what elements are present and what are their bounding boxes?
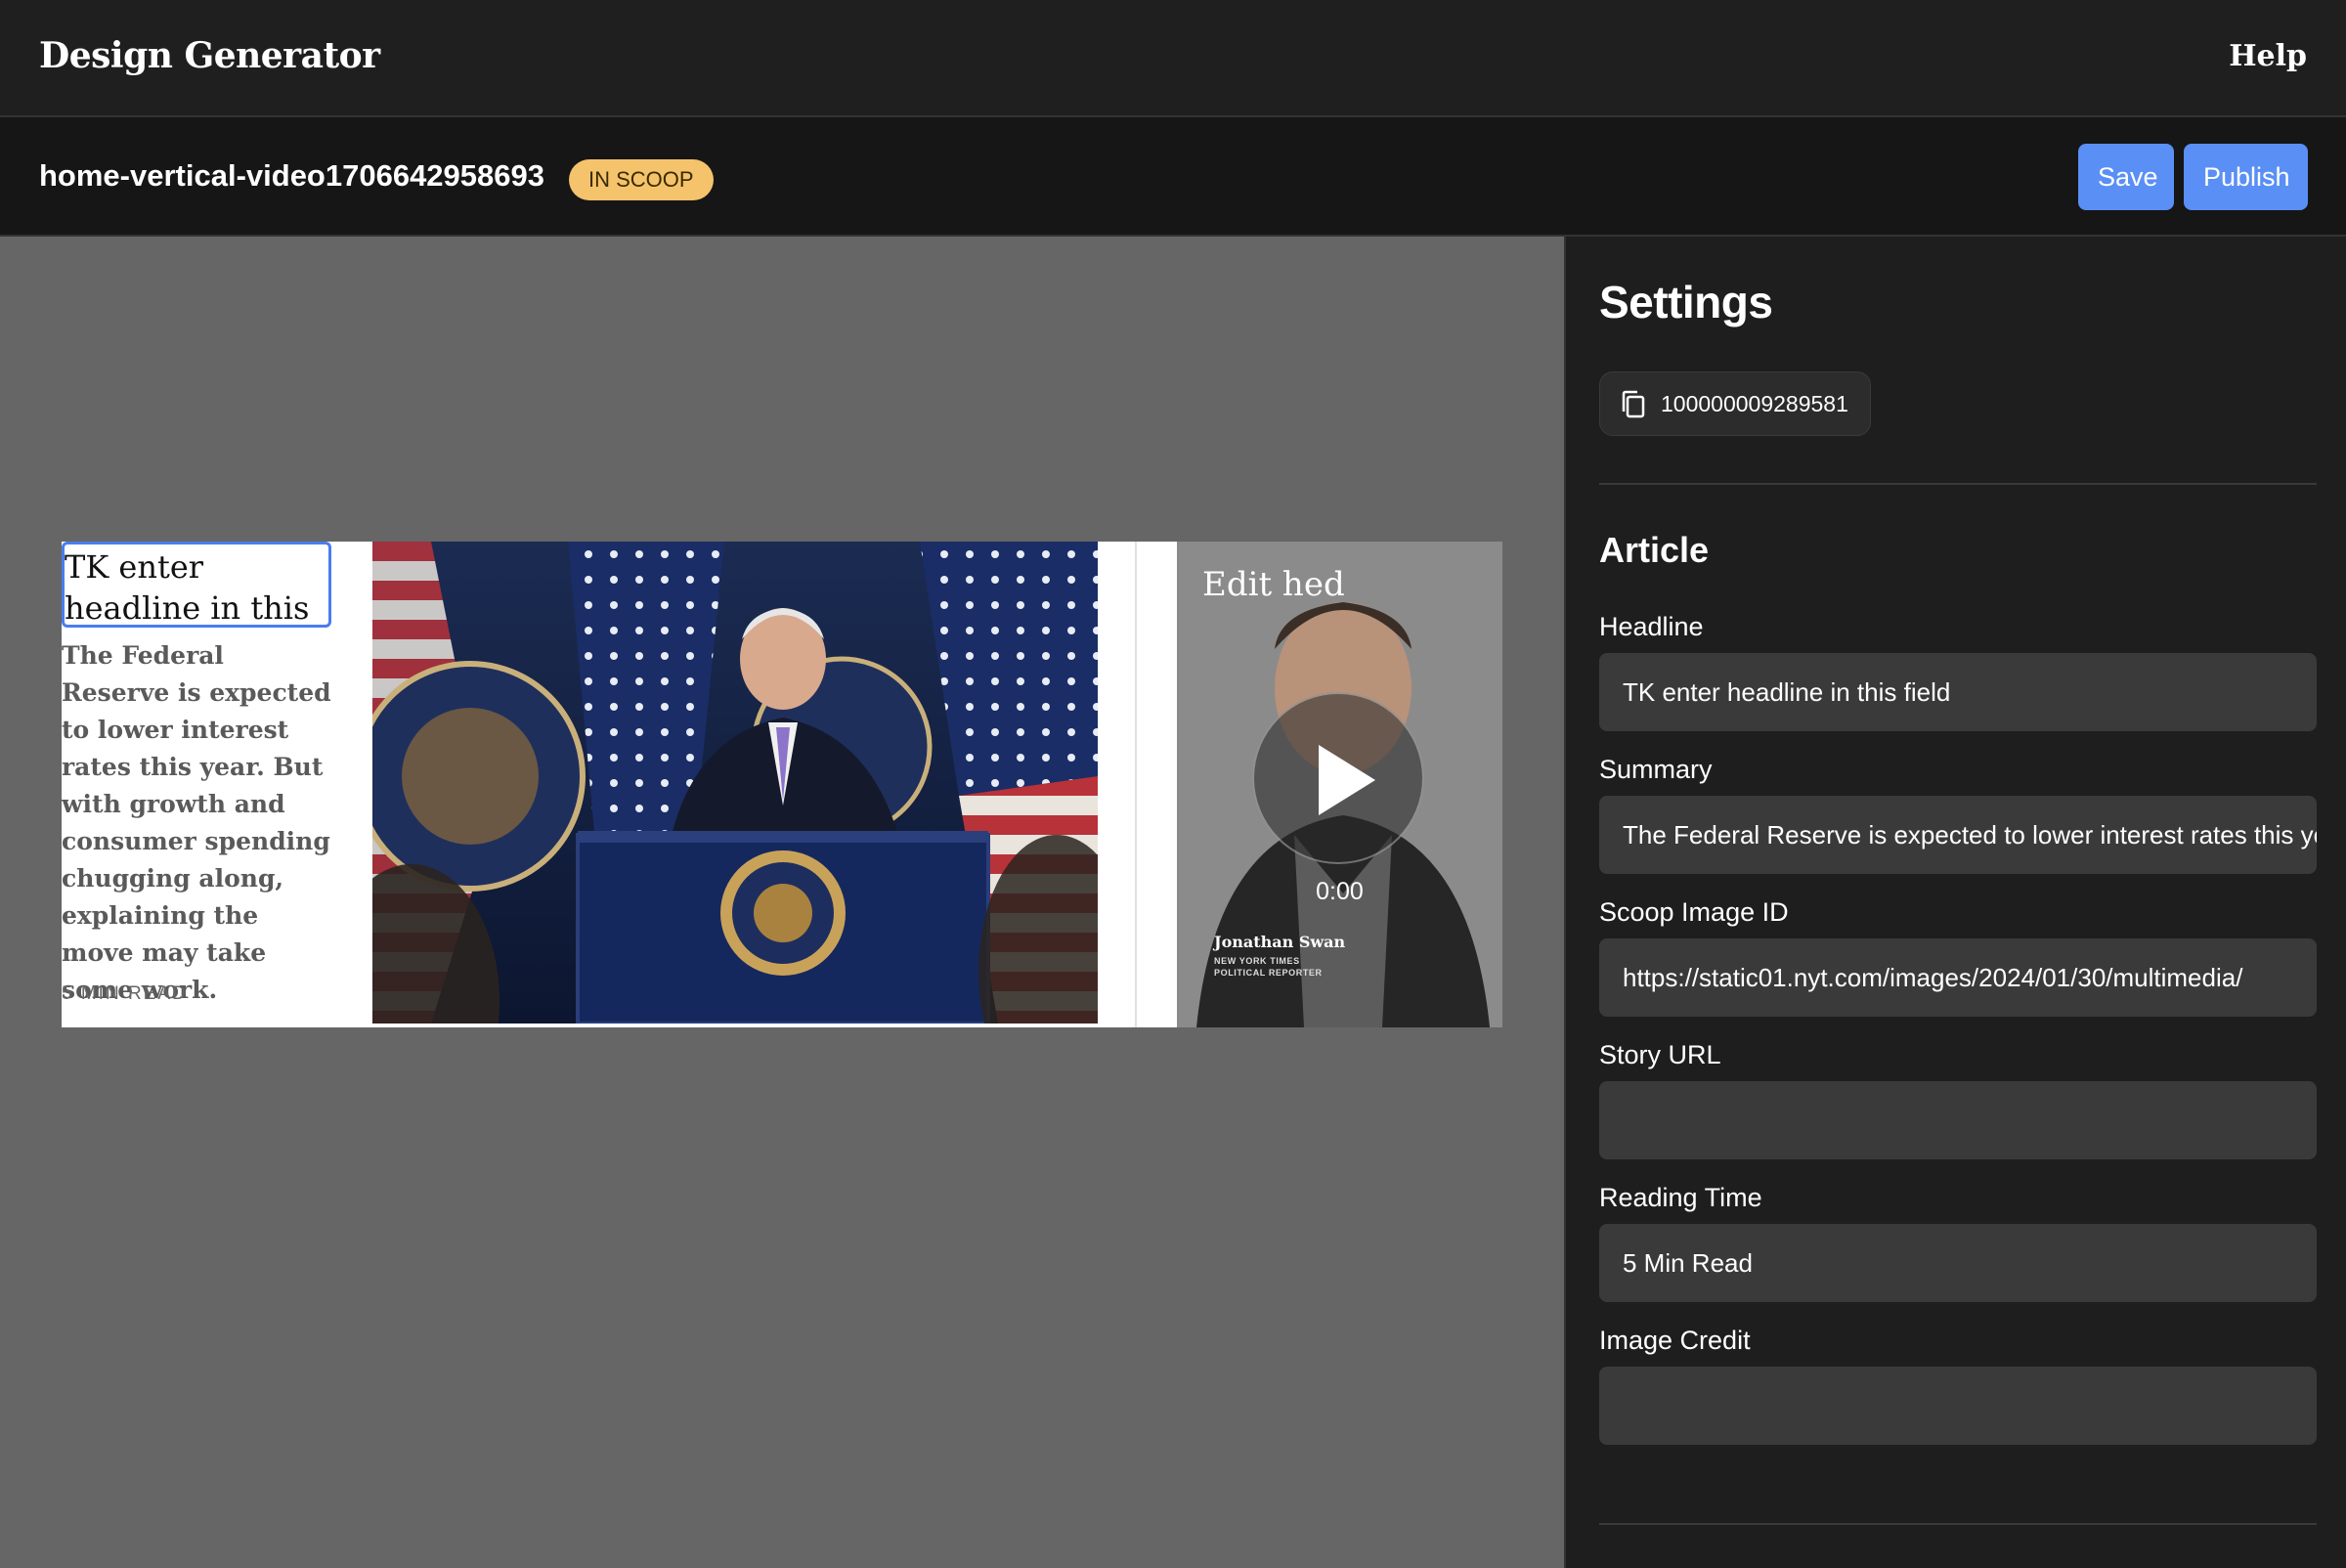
project-toolbar: home-vertical-video1706642958693 IN SCOO…: [0, 117, 2346, 237]
video-headline[interactable]: Edit hed: [1202, 565, 1345, 604]
summary-input[interactable]: The Federal Reserve is expected to lower…: [1599, 796, 2317, 874]
image-credit-label: Image Credit: [1599, 1326, 1751, 1355]
card-summary[interactable]: The Federal Reserve is expected to lower…: [62, 637, 335, 1009]
headline-label: Headline: [1599, 612, 1704, 641]
divider: [1599, 483, 2317, 485]
play-button-icon[interactable]: [1252, 692, 1424, 864]
project-name: home-vertical-video1706642958693: [39, 158, 544, 193]
summary-label: Summary: [1599, 755, 1713, 784]
card-image[interactable]: [372, 542, 1098, 1024]
video-presenter-name: Jonathan Swan: [1214, 933, 1346, 951]
status-badge: IN SCOOP: [569, 159, 714, 200]
reading-time-input[interactable]: 5 Min Read: [1599, 1224, 2317, 1302]
card-video[interactable]: Edit hed 0:00 Jonathan Swan NEW YORK TIM…: [1177, 542, 1502, 1027]
app-header: Design Generator Help: [0, 0, 2346, 117]
card-headline[interactable]: TK enter headline in this field: [62, 542, 331, 628]
save-button[interactable]: Save: [2078, 144, 2174, 210]
preview-canvas: TK enter headline in this field The Fede…: [0, 237, 1564, 1568]
app-title: Design Generator: [39, 35, 380, 76]
settings-title: Settings: [1599, 277, 1773, 327]
scoop-image-id-input[interactable]: https://static01.nyt.com/images/2024/01/…: [1599, 938, 2317, 1017]
publish-button[interactable]: Publish: [2184, 144, 2308, 210]
reading-time-label: Reading Time: [1599, 1183, 1762, 1212]
asset-id-copy-chip[interactable]: 100000009289581: [1599, 371, 1871, 436]
image-credit-input[interactable]: [1599, 1367, 2317, 1445]
card-reading-time: 5 MIN READ: [62, 983, 188, 1004]
press-conference-photo: [372, 542, 1098, 1024]
card-text-column: TK enter headline in this field The Fede…: [62, 542, 372, 1027]
story-url-label: Story URL: [1599, 1040, 1721, 1069]
card-divider: [1135, 542, 1137, 1027]
divider: [1599, 1523, 2317, 1525]
copy-icon: [1622, 390, 1645, 418]
headline-input[interactable]: TK enter headline in this field: [1599, 653, 2317, 731]
scoop-image-id-label: Scoop Image ID: [1599, 897, 1789, 927]
article-section-title: Article: [1599, 530, 1710, 570]
video-timestamp: 0:00: [1316, 878, 1364, 905]
video-presenter-role: NEW YORK TIMES POLITICAL REPORTER: [1214, 956, 1323, 978]
preview-card: TK enter headline in this field The Fede…: [62, 542, 1502, 1027]
settings-panel: Settings 100000009289581 Article Headlin…: [1564, 237, 2346, 1568]
help-link[interactable]: Help: [2229, 39, 2307, 73]
asset-id: 100000009289581: [1661, 391, 1848, 416]
story-url-input[interactable]: [1599, 1081, 2317, 1159]
